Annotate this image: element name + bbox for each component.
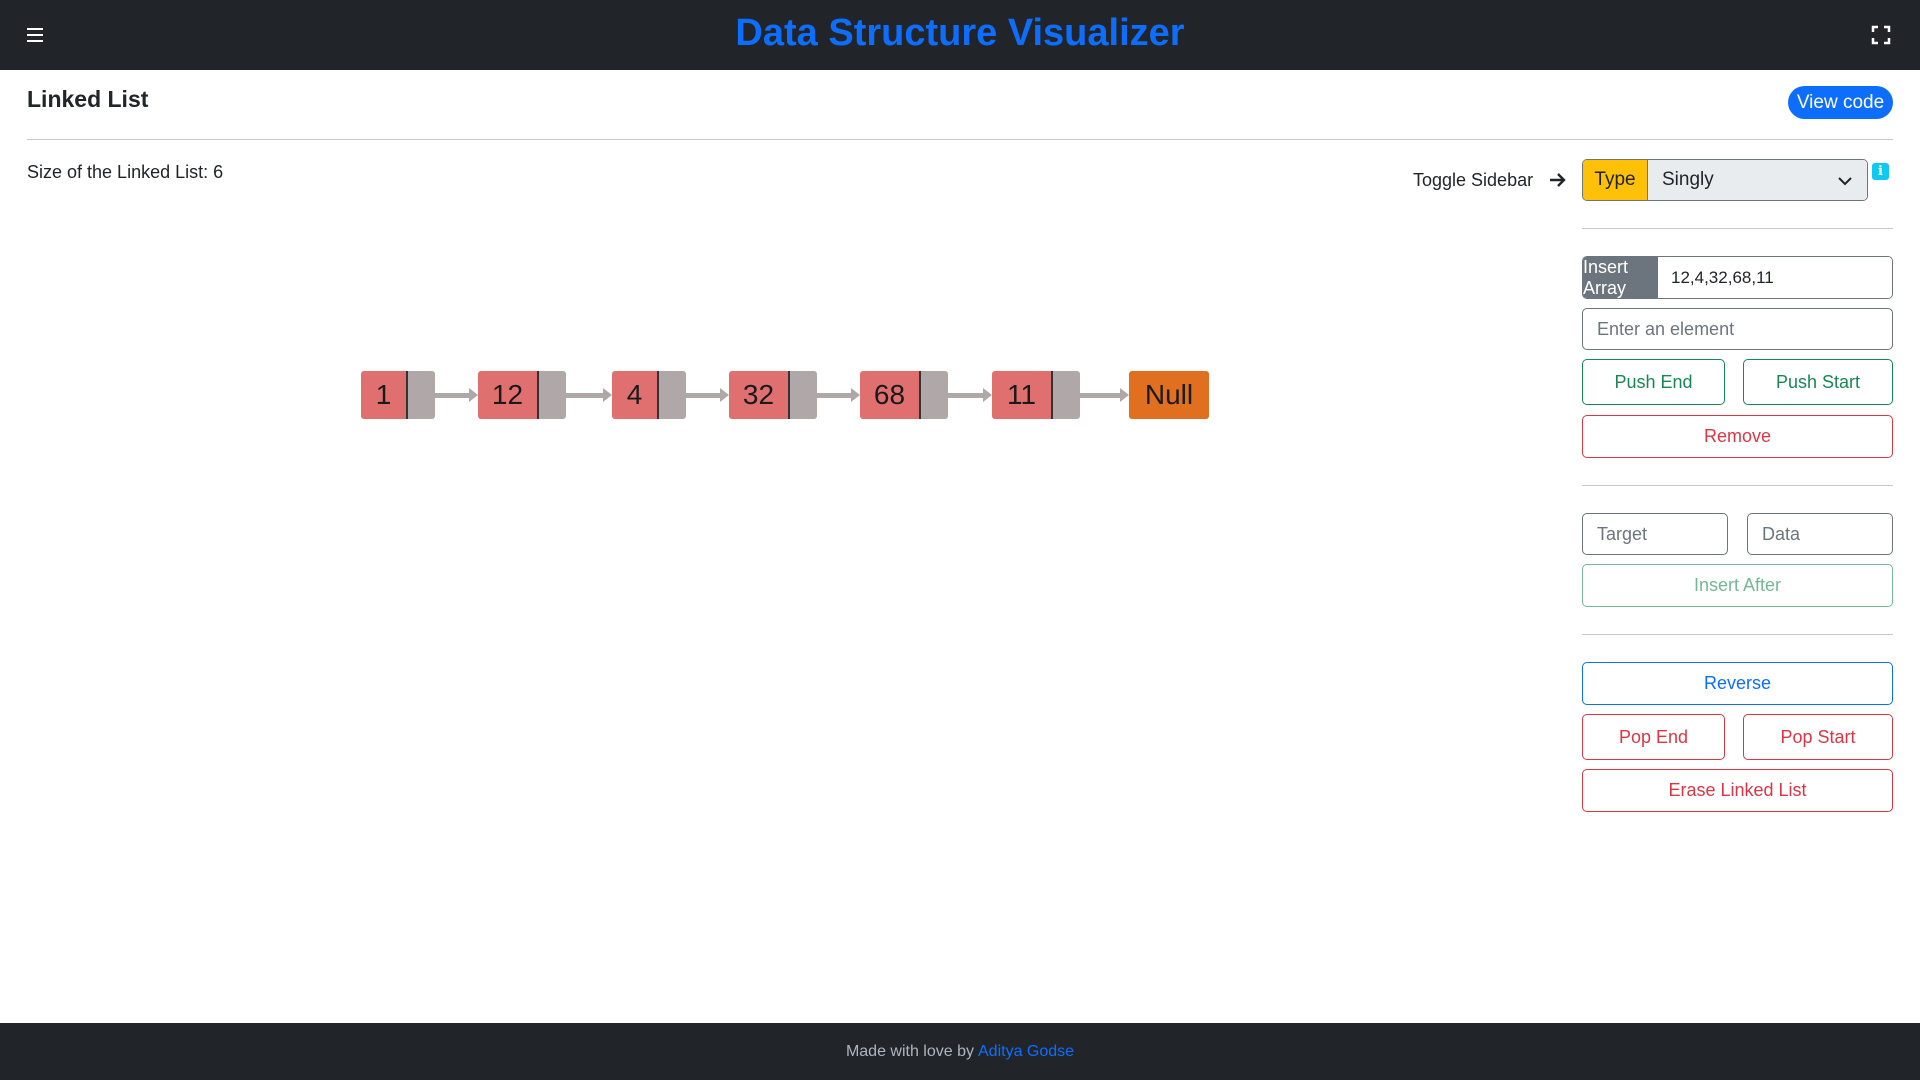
- node-link: [686, 393, 720, 398]
- data-input[interactable]: [1747, 513, 1893, 555]
- node-next-pointer: [408, 371, 435, 419]
- reverse-button[interactable]: Reverse: [1582, 662, 1893, 705]
- sidebar-divider: [1582, 634, 1893, 635]
- node-value: 32: [729, 371, 790, 419]
- arrow-head-icon: [983, 388, 992, 402]
- arrow-head-icon: [851, 388, 860, 402]
- node-value: 12: [478, 371, 539, 419]
- footer: Made with love by Aditya Godse: [0, 1023, 1920, 1080]
- node-link: [948, 393, 983, 398]
- type-selector: Type Singly: [1582, 159, 1868, 201]
- list-node: 32: [729, 371, 817, 419]
- push-start-button[interactable]: Push Start: [1743, 359, 1893, 405]
- arrow-head-icon: [720, 388, 729, 402]
- pop-end-button[interactable]: Pop End: [1582, 714, 1725, 760]
- linked-list-canvas: Null 1 12 4 32 68 11: [0, 0, 1400, 500]
- node-value: 68: [860, 371, 921, 419]
- arrow-head-icon: [469, 388, 478, 402]
- node-next-pointer: [539, 371, 566, 419]
- toggle-sidebar-label: Toggle Sidebar: [1413, 170, 1534, 190]
- remove-button[interactable]: Remove: [1582, 415, 1893, 458]
- author-link[interactable]: Aditya Godse: [978, 1043, 1074, 1061]
- view-code-button[interactable]: View code: [1788, 86, 1893, 119]
- target-input[interactable]: [1582, 513, 1728, 555]
- type-select[interactable]: Singly: [1648, 160, 1867, 200]
- push-end-button[interactable]: Push End: [1582, 359, 1725, 405]
- list-node: 4: [612, 371, 686, 419]
- arrow-head-icon: [603, 388, 612, 402]
- node-link: [566, 393, 603, 398]
- node-value: 4: [612, 371, 659, 419]
- node-next-pointer: [921, 371, 948, 419]
- erase-linked-list-button[interactable]: Erase Linked List: [1582, 769, 1893, 812]
- type-select-value: Singly: [1662, 169, 1714, 190]
- node-link: [1080, 393, 1120, 398]
- insert-array-group: Insert Array: [1582, 256, 1893, 299]
- element-input[interactable]: [1582, 308, 1893, 350]
- type-label: Type: [1583, 160, 1648, 200]
- arrow-right-icon[interactable]: [1548, 170, 1568, 190]
- fullscreen-icon[interactable]: [1870, 24, 1892, 46]
- node-next-pointer: [1053, 371, 1080, 419]
- list-node: 12: [478, 371, 566, 419]
- insert-array-input[interactable]: [1658, 257, 1892, 298]
- insert-array-button[interactable]: Insert Array: [1583, 257, 1658, 298]
- insert-after-button[interactable]: Insert After: [1582, 564, 1893, 607]
- node-next-pointer: [790, 371, 817, 419]
- list-node: 1: [361, 371, 435, 419]
- sidebar-divider: [1582, 485, 1893, 486]
- list-node: 68: [860, 371, 948, 419]
- node-link: [435, 393, 469, 398]
- chevron-down-icon: [1838, 177, 1852, 186]
- node-next-pointer: [659, 371, 686, 419]
- list-node: 11: [992, 371, 1080, 419]
- pop-start-button[interactable]: Pop Start: [1743, 714, 1893, 760]
- null-node: Null: [1129, 371, 1209, 419]
- node-link: [817, 393, 851, 398]
- sidebar-divider: [1582, 228, 1893, 229]
- info-icon[interactable]: i: [1872, 163, 1889, 180]
- arrow-head-icon: [1120, 388, 1129, 402]
- node-value: 11: [992, 371, 1053, 419]
- footer-text: Made with love by: [845, 1042, 974, 1060]
- node-value: 1: [361, 371, 408, 419]
